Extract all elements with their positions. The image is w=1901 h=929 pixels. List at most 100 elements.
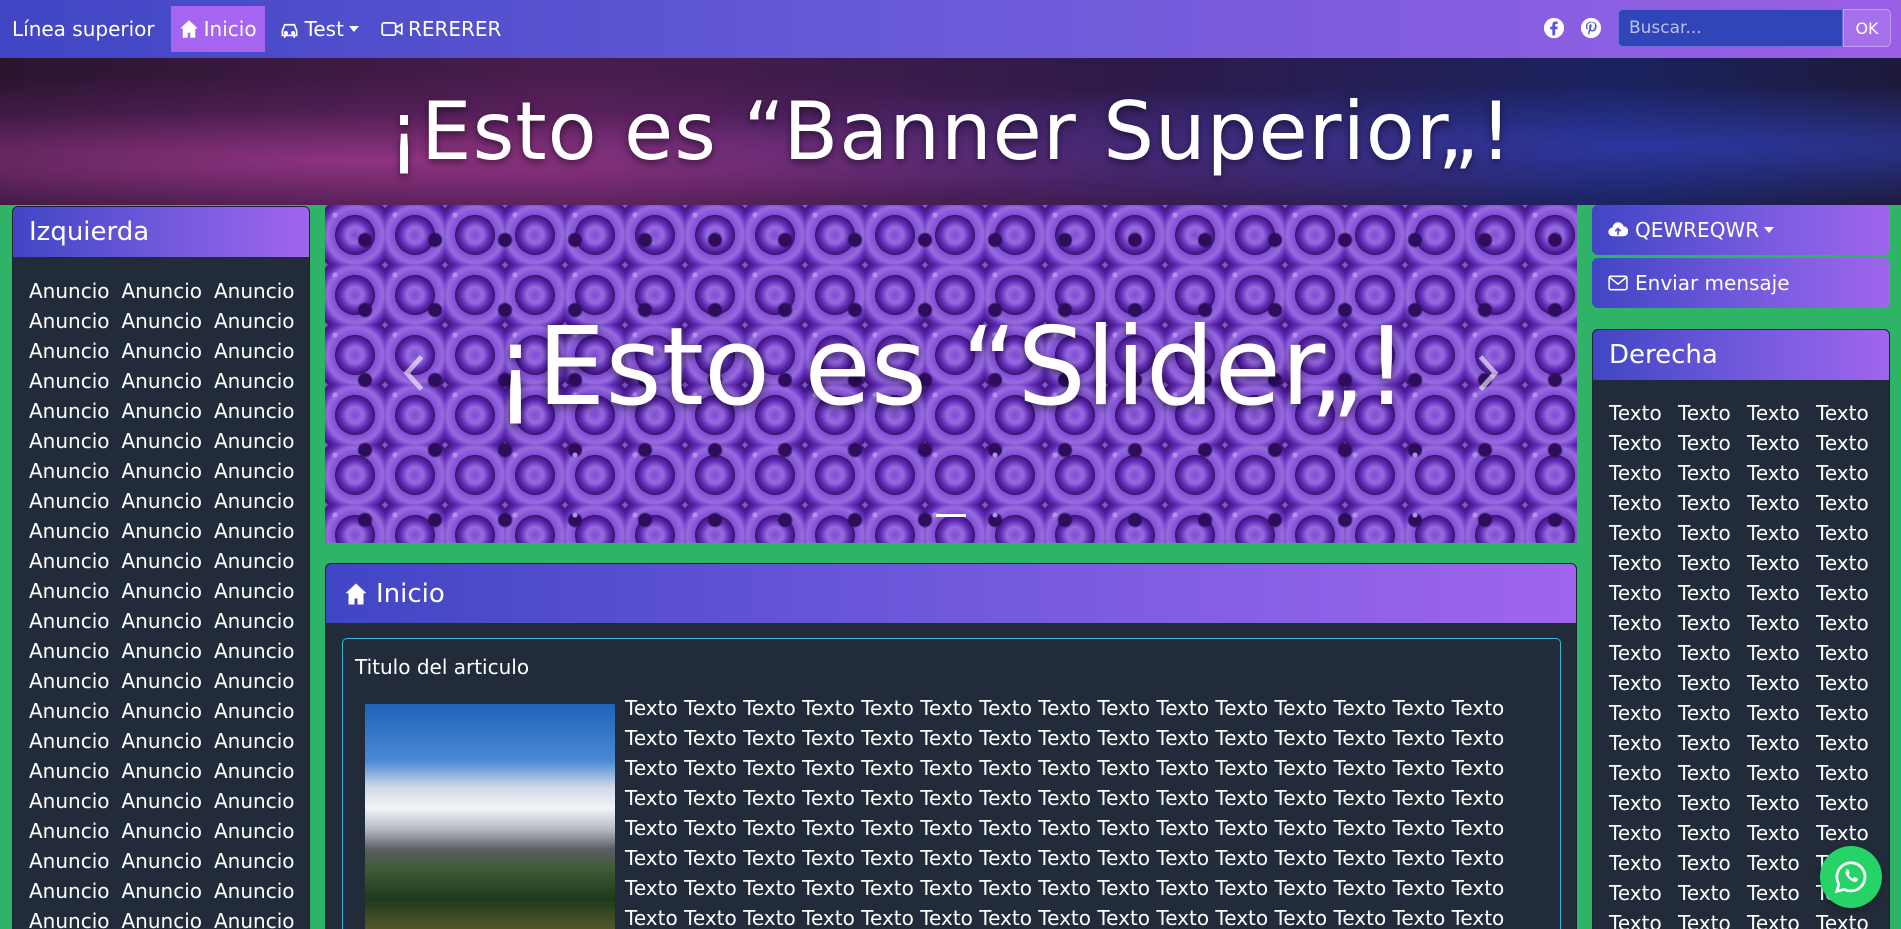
- ad-item[interactable]: Anuncio: [214, 606, 295, 636]
- ad-item[interactable]: Anuncio: [29, 516, 110, 546]
- text-item: Texto: [1816, 821, 1869, 845]
- ad-item[interactable]: Anuncio: [29, 306, 110, 336]
- ad-item[interactable]: Anuncio: [122, 456, 203, 486]
- article-line: Texto Texto Texto Texto Texto Texto Text…: [625, 756, 1505, 780]
- ad-item[interactable]: Anuncio: [29, 726, 110, 756]
- ad-item[interactable]: Anuncio: [214, 306, 295, 336]
- ad-item[interactable]: Anuncio: [214, 486, 295, 516]
- ad-item[interactable]: Anuncio: [214, 576, 295, 606]
- ad-list: Anuncio Anuncio Anuncio Anuncio Anuncio Anunc…: [13, 257, 309, 929]
- ad-item[interactable]: Anuncio: [214, 366, 295, 396]
- ad-item[interactable]: Anuncio: [29, 666, 110, 696]
- ad-item[interactable]: Anuncio: [29, 426, 110, 456]
- qewreqwr-dropdown-button[interactable]: QEWREQWR: [1592, 205, 1890, 255]
- text-item: Texto: [1609, 401, 1662, 425]
- text-item: Texto: [1816, 581, 1869, 605]
- text-item: Texto: [1678, 551, 1731, 575]
- ad-item[interactable]: Anuncio: [29, 636, 110, 666]
- whatsapp-button[interactable]: [1820, 846, 1882, 908]
- ad-item[interactable]: Anuncio: [122, 786, 203, 816]
- ad-item[interactable]: Anuncio: [122, 666, 203, 696]
- ad-item[interactable]: Anuncio: [122, 606, 203, 636]
- navbar-brand[interactable]: Línea superior: [12, 17, 155, 41]
- article-line: Texto Texto Texto Texto Texto Texto Text…: [625, 846, 1505, 870]
- ad-item[interactable]: Anuncio: [122, 486, 203, 516]
- text-item: Texto: [1678, 851, 1731, 875]
- ad-item[interactable]: Anuncio: [29, 786, 110, 816]
- ad-item[interactable]: Anuncio: [122, 426, 203, 456]
- send-message-button[interactable]: Enviar mensaje: [1592, 258, 1890, 308]
- text-item: Texto: [1816, 521, 1869, 545]
- ad-item[interactable]: Anuncio: [29, 336, 110, 366]
- slider-prev-button[interactable]: [395, 353, 435, 393]
- ad-item[interactable]: Anuncio: [122, 336, 203, 366]
- ad-item[interactable]: Anuncio: [29, 846, 110, 876]
- search-input[interactable]: [1618, 9, 1843, 47]
- ad-item[interactable]: Anuncio: [214, 756, 295, 786]
- text-item: Texto: [1678, 641, 1731, 665]
- ad-item[interactable]: Anuncio: [122, 876, 203, 906]
- ad-item[interactable]: Anuncio: [29, 756, 110, 786]
- ad-item[interactable]: Anuncio: [214, 546, 295, 576]
- ad-item[interactable]: Anuncio: [29, 876, 110, 906]
- ad-item[interactable]: Anuncio: [122, 396, 203, 426]
- ad-item[interactable]: Anuncio: [214, 426, 295, 456]
- search-button[interactable]: OK: [1843, 9, 1891, 47]
- ad-item[interactable]: Anuncio: [122, 906, 203, 929]
- nav-item-inicio[interactable]: Inicio: [170, 6, 265, 52]
- ad-item[interactable]: Anuncio: [122, 366, 203, 396]
- ad-item[interactable]: Anuncio: [214, 636, 295, 666]
- ad-item[interactable]: Anuncio: [122, 516, 203, 546]
- ad-item[interactable]: Anuncio: [29, 366, 110, 396]
- ad-item[interactable]: Anuncio: [122, 816, 203, 846]
- ad-item[interactable]: Anuncio: [29, 486, 110, 516]
- ad-item[interactable]: Anuncio: [214, 396, 295, 426]
- main-content-card: Inicio Titulo del articulo Texto Texto T…: [325, 563, 1577, 929]
- ad-item[interactable]: Anuncio: [122, 726, 203, 756]
- article-title[interactable]: Titulo del articulo: [355, 655, 529, 679]
- ad-item[interactable]: Anuncio: [214, 786, 295, 816]
- ad-item[interactable]: Anuncio: [29, 396, 110, 426]
- ad-item[interactable]: Anuncio: [214, 846, 295, 876]
- ad-item[interactable]: Anuncio: [29, 906, 110, 929]
- ad-item[interactable]: Anuncio: [29, 606, 110, 636]
- slider-next-button[interactable]: [1467, 353, 1507, 393]
- ad-item[interactable]: Anuncio: [122, 696, 203, 726]
- ad-item[interactable]: Anuncio: [122, 276, 203, 306]
- article-line: Texto Texto Texto Texto Texto Texto Text…: [625, 726, 1505, 750]
- slider-indicator[interactable]: [936, 514, 966, 517]
- facebook-icon[interactable]: [1543, 17, 1565, 39]
- ad-item[interactable]: Anuncio: [214, 276, 295, 306]
- ad-item[interactable]: Anuncio: [122, 636, 203, 666]
- text-item: Texto: [1678, 821, 1731, 845]
- ad-item[interactable]: Anuncio: [214, 726, 295, 756]
- ad-item[interactable]: Anuncio: [122, 576, 203, 606]
- text-item: Texto: [1747, 551, 1800, 575]
- ad-item[interactable]: Anuncio: [214, 516, 295, 546]
- ad-item[interactable]: Anuncio: [29, 276, 110, 306]
- ad-item[interactable]: Anuncio: [122, 756, 203, 786]
- ad-item[interactable]: Anuncio: [214, 456, 295, 486]
- text-item: Texto: [1678, 461, 1731, 485]
- ad-item[interactable]: Anuncio: [29, 576, 110, 606]
- ad-item[interactable]: Anuncio: [122, 546, 203, 576]
- ad-item[interactable]: Anuncio: [29, 546, 110, 576]
- ad-item[interactable]: Anuncio: [29, 456, 110, 486]
- ad-item[interactable]: Anuncio: [214, 876, 295, 906]
- ad-item[interactable]: Anuncio: [214, 666, 295, 696]
- ad-item[interactable]: Anuncio: [29, 696, 110, 726]
- cloud-upload-icon: [1608, 222, 1628, 237]
- text-item: Texto: [1816, 911, 1869, 929]
- nav-item-test[interactable]: Test: [271, 6, 367, 52]
- text-item: Texto: [1609, 611, 1662, 635]
- ad-item[interactable]: Anuncio: [122, 306, 203, 336]
- ad-item[interactable]: Anuncio: [214, 336, 295, 366]
- ad-item[interactable]: Anuncio: [29, 816, 110, 846]
- video-icon: [381, 22, 403, 36]
- nav-item-rererer[interactable]: RERERER: [373, 6, 510, 52]
- ad-item[interactable]: Anuncio: [214, 906, 295, 929]
- ad-item[interactable]: Anuncio: [214, 816, 295, 846]
- pinterest-icon[interactable]: [1580, 17, 1602, 39]
- ad-item[interactable]: Anuncio: [122, 846, 203, 876]
- ad-item[interactable]: Anuncio: [214, 696, 295, 726]
